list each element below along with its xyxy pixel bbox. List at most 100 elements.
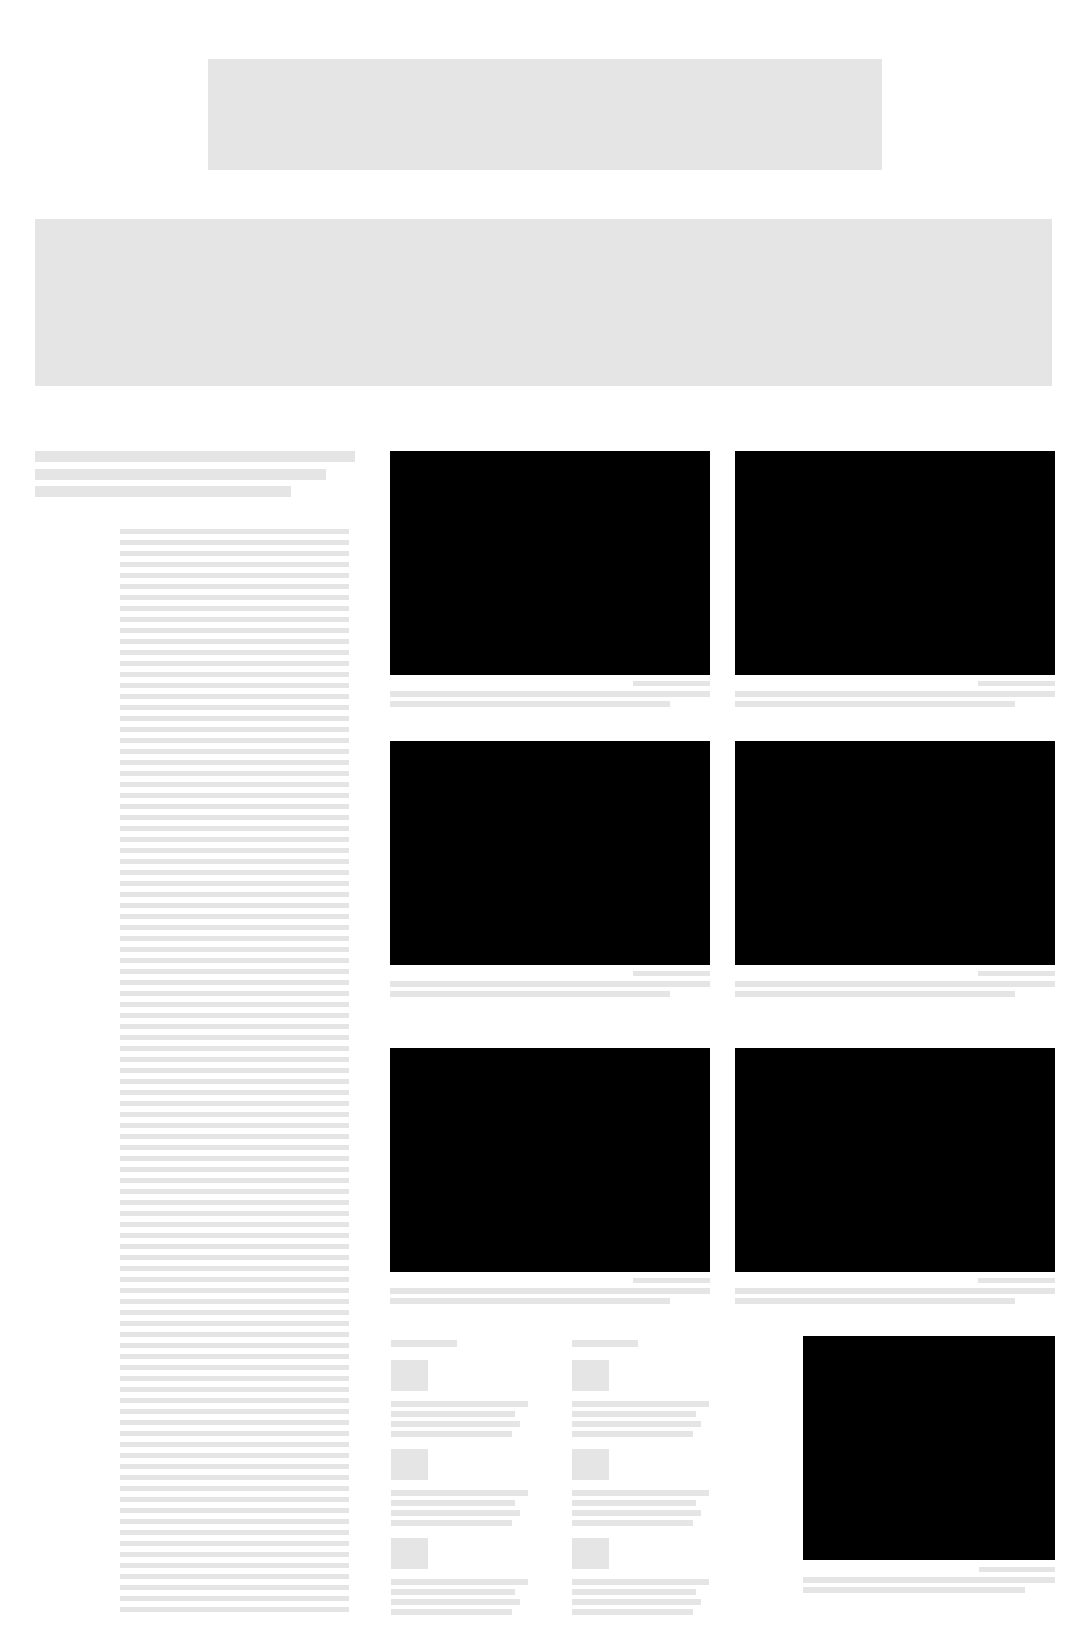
gallery-image[interactable] bbox=[735, 741, 1055, 965]
body-line bbox=[120, 1035, 349, 1040]
body-line bbox=[120, 1398, 349, 1403]
body-line bbox=[120, 1299, 349, 1304]
body-line bbox=[120, 1563, 349, 1568]
related-text-line bbox=[391, 1609, 512, 1615]
body-line bbox=[120, 859, 349, 864]
body-line bbox=[120, 1277, 349, 1282]
body-line bbox=[120, 716, 349, 721]
feature-caption-line bbox=[803, 1577, 1055, 1583]
related-text-line bbox=[391, 1520, 512, 1526]
body-line bbox=[120, 804, 349, 809]
related-thumbnail[interactable] bbox=[572, 1360, 609, 1391]
title-line bbox=[35, 486, 291, 497]
body-line bbox=[120, 1552, 349, 1557]
body-line bbox=[120, 1354, 349, 1359]
feature-caption-line bbox=[803, 1587, 1025, 1593]
gallery-image[interactable] bbox=[735, 1048, 1055, 1272]
body-line bbox=[120, 1442, 349, 1447]
body-line bbox=[120, 1244, 349, 1249]
related-text-line bbox=[391, 1500, 515, 1506]
body-line bbox=[120, 1409, 349, 1414]
body-line bbox=[120, 1475, 349, 1480]
gallery-credit bbox=[633, 681, 710, 686]
body-line bbox=[120, 606, 349, 611]
body-line bbox=[120, 551, 349, 556]
body-line bbox=[120, 1002, 349, 1007]
body-line bbox=[120, 1376, 349, 1381]
related-text-line bbox=[572, 1520, 693, 1526]
body-line bbox=[120, 1112, 349, 1117]
body-line bbox=[120, 837, 349, 842]
related-thumbnail[interactable] bbox=[391, 1538, 428, 1569]
body-line bbox=[120, 584, 349, 589]
related-text-line bbox=[572, 1500, 696, 1506]
body-line bbox=[120, 1530, 349, 1535]
feature-image[interactable] bbox=[803, 1336, 1055, 1560]
gallery-image[interactable] bbox=[735, 451, 1055, 675]
body-line bbox=[120, 1057, 349, 1062]
related-text-line bbox=[572, 1421, 701, 1427]
body-line bbox=[120, 639, 349, 644]
body-line bbox=[120, 1266, 349, 1271]
gallery-credit bbox=[978, 681, 1055, 686]
related-text-line bbox=[391, 1579, 528, 1585]
related-text-line bbox=[572, 1510, 701, 1516]
body-line bbox=[120, 947, 349, 952]
gallery-caption-line bbox=[735, 1298, 1015, 1304]
related-text-line bbox=[572, 1609, 693, 1615]
hero-banner bbox=[35, 219, 1052, 386]
body-line bbox=[120, 848, 349, 853]
related-text-line bbox=[572, 1431, 693, 1437]
body-line bbox=[120, 705, 349, 710]
body-line bbox=[120, 650, 349, 655]
title-line bbox=[35, 451, 355, 462]
body-line bbox=[120, 903, 349, 908]
body-line bbox=[120, 1453, 349, 1458]
body-line bbox=[120, 1431, 349, 1436]
related-thumbnail[interactable] bbox=[572, 1538, 609, 1569]
body-line bbox=[120, 1420, 349, 1425]
body-line bbox=[120, 1024, 349, 1029]
related-text-line bbox=[572, 1401, 709, 1407]
related-thumbnail[interactable] bbox=[391, 1360, 428, 1391]
body-line bbox=[120, 881, 349, 886]
body-line bbox=[120, 771, 349, 776]
body-line bbox=[120, 1090, 349, 1095]
body-line bbox=[120, 1574, 349, 1579]
body-line bbox=[120, 1101, 349, 1106]
body-line bbox=[120, 573, 349, 578]
article-title bbox=[35, 451, 355, 497]
related-text-line bbox=[572, 1599, 701, 1605]
body-line bbox=[120, 1607, 349, 1612]
body-line bbox=[120, 1013, 349, 1018]
body-line bbox=[120, 628, 349, 633]
gallery-caption-line bbox=[735, 1288, 1055, 1294]
body-line bbox=[120, 1519, 349, 1524]
gallery-image[interactable] bbox=[390, 1048, 710, 1272]
body-line bbox=[120, 1145, 349, 1150]
gallery-image[interactable] bbox=[390, 451, 710, 675]
body-line bbox=[120, 617, 349, 622]
body-line bbox=[120, 562, 349, 567]
related-text-line bbox=[391, 1401, 528, 1407]
body-line bbox=[120, 1508, 349, 1513]
gallery-credit bbox=[633, 971, 710, 976]
gallery-credit bbox=[633, 1278, 710, 1283]
body-line bbox=[120, 1123, 349, 1128]
gallery-image[interactable] bbox=[390, 741, 710, 965]
related-thumbnail[interactable] bbox=[572, 1449, 609, 1480]
body-line bbox=[120, 1310, 349, 1315]
body-line bbox=[120, 1288, 349, 1293]
gallery-caption-line bbox=[390, 981, 710, 987]
related-text-line bbox=[391, 1490, 528, 1496]
related-thumbnail[interactable] bbox=[391, 1449, 428, 1480]
body-line bbox=[120, 793, 349, 798]
body-line bbox=[120, 870, 349, 875]
body-line bbox=[120, 1255, 349, 1260]
body-line bbox=[120, 1596, 349, 1601]
body-line bbox=[120, 661, 349, 666]
body-line bbox=[120, 1200, 349, 1205]
body-line bbox=[120, 1189, 349, 1194]
body-line bbox=[120, 595, 349, 600]
body-line bbox=[120, 1156, 349, 1161]
